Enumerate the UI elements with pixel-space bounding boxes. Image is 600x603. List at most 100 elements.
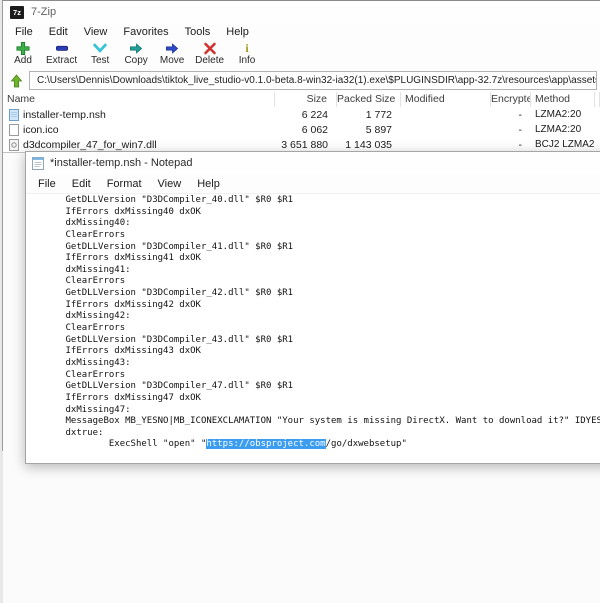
column-header-name[interactable]: Name [3, 92, 275, 107]
code-line: IfErrors dxMissing40 dxOK [33, 207, 600, 219]
file-method: LZMA2:20 [531, 124, 595, 135]
notepad-menu-item[interactable]: Format [99, 178, 150, 190]
code-line: ClearErrors [33, 370, 600, 382]
file-encrypted: - [491, 109, 531, 121]
file-list: Name Size Packed Size Modified Encrypted… [3, 92, 600, 153]
notepad-menubar: FileEditFormatViewHelp [26, 174, 600, 194]
file-size: 6 062 [275, 124, 337, 136]
test-label: Test [91, 56, 109, 66]
7zip-addressbar: C:\Users\Dennis\Downloads\tiktok_live_st… [3, 69, 600, 92]
delete-button[interactable]: Delete [190, 41, 229, 66]
notepad-text-area[interactable]: GetDLLVersion "D3DCompiler_40.dll" $R0 $… [26, 194, 600, 463]
code-line: IfErrors dxMissing42 dxOK [33, 300, 600, 312]
move-label: Move [160, 56, 184, 66]
file-row[interactable]: icon.ico 6 062 5 897 - LZMA2:20 [3, 122, 600, 137]
code-line: dxMissing41: [33, 265, 600, 277]
7zip-menu-item[interactable]: Help [218, 26, 257, 38]
code-line: dxMissing47: [33, 405, 600, 417]
notepad-menu-item[interactable]: Edit [64, 178, 99, 190]
file-name: d3dcompiler_47_for_win7.dll [23, 139, 157, 151]
selected-url-text: https://obsproject.com [206, 439, 325, 449]
up-arrow-icon [10, 74, 23, 88]
code-line: dxMissing43: [33, 358, 600, 370]
notepad-menu-item[interactable]: View [150, 178, 190, 190]
column-header-modified[interactable]: Modified [401, 92, 491, 107]
7zip-app-icon: 7z [10, 6, 24, 19]
notepad-menu-item[interactable]: Help [189, 178, 228, 190]
test-button[interactable]: Test [82, 41, 118, 66]
dll-file-icon [9, 139, 19, 151]
file-method: LZMA2:20 [531, 109, 595, 120]
file-packed-size: 1 772 [337, 109, 401, 121]
address-path: C:\Users\Dennis\Downloads\tiktok_live_st… [37, 75, 597, 86]
file-size: 6 224 [275, 109, 337, 121]
nsh-file-icon [9, 109, 19, 121]
code-line: ClearErrors [33, 323, 600, 335]
test-icon [92, 41, 108, 56]
info-button[interactable]: i Info [229, 41, 265, 66]
exec-suffix: /go/dxwebsetup" [326, 439, 407, 449]
file-encrypted: - [491, 124, 531, 136]
code-line: GetDLLVersion "D3DCompiler_41.dll" $R0 $… [33, 242, 600, 254]
column-header-packed-size[interactable]: Packed Size [337, 92, 401, 107]
delete-label: Delete [195, 56, 224, 66]
add-label: Add [14, 56, 32, 66]
ico-file-icon [9, 124, 19, 136]
7zip-menu-item[interactable]: Tools [177, 26, 219, 38]
7zip-menu-item[interactable]: Edit [41, 26, 76, 38]
7zip-menu-item[interactable]: View [76, 26, 116, 38]
7zip-menu-item[interactable]: Favorites [115, 26, 176, 38]
code-line: GetDLLVersion "D3DCompiler_47.dll" $R0 $… [33, 381, 600, 393]
column-header-size[interactable]: Size [275, 92, 337, 107]
file-packed-size: 1 143 035 [337, 139, 401, 151]
file-name: icon.ico [23, 124, 59, 136]
delete-icon [202, 41, 218, 56]
info-icon: i [245, 41, 248, 56]
column-header-method[interactable]: Method [531, 92, 595, 107]
extract-button[interactable]: Extract [41, 41, 82, 66]
code-line: dxtrue: [33, 428, 600, 440]
7zip-menu-item[interactable]: File [7, 26, 41, 38]
file-list-header: Name Size Packed Size Modified Encrypted… [3, 92, 600, 107]
code-line: IfErrors dxMissing43 dxOK [33, 346, 600, 358]
code-line: GetDLLVersion "D3DCompiler_40.dll" $R0 $… [33, 195, 600, 207]
notepad-window-title: *installer-temp.nsh - Notepad [50, 157, 192, 169]
file-method: BCJ2 LZMA2:2... [531, 139, 595, 150]
7zip-toolbar: Add Extract Test Copy Move [3, 40, 600, 69]
add-button[interactable]: Add [5, 41, 41, 66]
file-name: installer-temp.nsh [23, 109, 106, 121]
extract-label: Extract [46, 56, 77, 66]
add-icon [15, 41, 31, 56]
code-line: MessageBox MB_YESNO|MB_ICONEXCLAMATION "… [33, 416, 600, 428]
code-line: ClearErrors [33, 276, 600, 288]
notepad-titlebar[interactable]: *installer-temp.nsh - Notepad [26, 152, 600, 174]
column-header-encrypted[interactable]: Encrypted [491, 92, 531, 107]
notepad-menu-item[interactable]: File [30, 178, 64, 190]
file-packed-size: 5 897 [337, 124, 401, 136]
notepad-app-icon [32, 156, 44, 170]
copy-label: Copy [124, 56, 147, 66]
code-line: GetDLLVersion "D3DCompiler_43.dll" $R0 $… [33, 335, 600, 347]
code-line-execshell: ExecShell "open" "https://obsproject.com… [33, 439, 600, 451]
move-button[interactable]: Move [154, 41, 190, 66]
file-size: 3 651 880 [275, 139, 337, 151]
7zip-window-title: 7-Zip [31, 6, 56, 18]
code-line: dxMissing42: [33, 311, 600, 323]
up-folder-button[interactable] [7, 72, 25, 89]
code-line: IfErrors dxMissing41 dxOK [33, 253, 600, 265]
code-lines: GetDLLVersion "D3DCompiler_40.dll" $R0 $… [33, 195, 600, 439]
7zip-menubar: FileEditViewFavoritesToolsHelp [3, 23, 600, 40]
notepad-window: *installer-temp.nsh - Notepad FileEditFo… [25, 151, 600, 464]
code-line: IfErrors dxMissing47 dxOK [33, 393, 600, 405]
address-input[interactable]: C:\Users\Dennis\Downloads\tiktok_live_st… [29, 71, 597, 90]
exec-prefix: ExecShell "open" " [33, 439, 206, 449]
copy-button[interactable]: Copy [118, 41, 154, 66]
move-icon [164, 41, 180, 56]
code-line: GetDLLVersion "D3DCompiler_42.dll" $R0 $… [33, 288, 600, 300]
file-row[interactable]: installer-temp.nsh 6 224 1 772 - LZMA2:2… [3, 107, 600, 122]
file-encrypted: - [491, 139, 531, 151]
info-label: Info [239, 56, 256, 66]
file-row[interactable]: d3dcompiler_47_for_win7.dll 3 651 880 1 … [3, 137, 600, 152]
code-line: dxMissing40: [33, 218, 600, 230]
7zip-titlebar[interactable]: 7z 7-Zip [3, 1, 600, 23]
